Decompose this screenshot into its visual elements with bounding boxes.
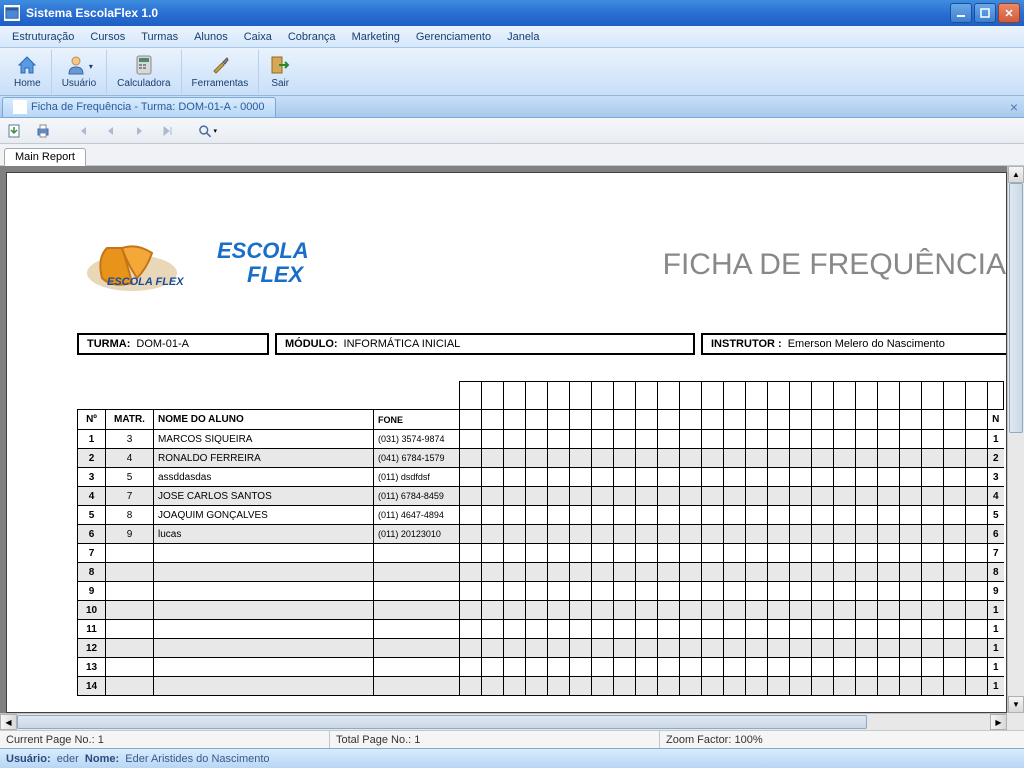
window-title: Sistema EscolaFlex 1.0: [26, 6, 950, 20]
sair-button[interactable]: Sair: [259, 50, 301, 94]
table-row: 35assddasdas(011) dsdfdsf3: [78, 468, 1004, 487]
instrutor-box: INSTRUTOR : Emerson Melero do Nascimento: [701, 333, 1006, 355]
menu-turmas[interactable]: Turmas: [133, 29, 186, 45]
table-row: 99: [78, 582, 1004, 601]
report-title: FICHA DE FREQUÊNCIA: [663, 248, 1006, 282]
print-button[interactable]: [32, 120, 54, 142]
usuario-button[interactable]: ▾ Usuário: [52, 50, 107, 94]
menu-alunos[interactable]: Alunos: [186, 29, 236, 45]
home-icon: [16, 54, 38, 76]
table-row: 77: [78, 544, 1004, 563]
table-row: 69lucas(011) 201230106: [78, 525, 1004, 544]
table-row: 13MARCOS SIQUEIRA(031) 3574-98741: [78, 430, 1004, 449]
home-label: Home: [14, 78, 41, 89]
report-viewer: ESCOLA FLEX ESCOLA FLEX FICHA DE FREQUÊN…: [0, 166, 1024, 730]
document-tab-bar: Ficha de Frequência - Turma: DOM-01-A - …: [0, 96, 1024, 118]
ferramentas-button[interactable]: Ferramentas: [182, 50, 260, 94]
maximize-button[interactable]: [974, 3, 996, 23]
modulo-box: MÓDULO: INFORMÁTICA INICIAL: [275, 333, 695, 355]
info-boxes: TURMA: DOM-01-A MÓDULO: INFORMÁTICA INIC…: [77, 333, 1006, 355]
report-tab-bar: Main Report: [0, 144, 1024, 166]
minimize-button[interactable]: [950, 3, 972, 23]
scroll-down-arrow[interactable]: ▼: [1008, 696, 1024, 713]
exit-icon: [269, 54, 291, 76]
table-row: 131: [78, 658, 1004, 677]
table-row: 101: [78, 601, 1004, 620]
scroll-left-arrow[interactable]: ◀: [0, 714, 17, 730]
document-tab-close[interactable]: ×: [1010, 99, 1018, 115]
next-page-button[interactable]: [128, 120, 150, 142]
table-row: 24RONALDO FERREIRA(041) 6784-15792: [78, 449, 1004, 468]
turma-box: TURMA: DOM-01-A: [77, 333, 269, 355]
menu-estruturacao[interactable]: Estruturação: [4, 29, 82, 45]
menu-janela[interactable]: Janela: [499, 29, 547, 45]
menu-gerenciamento[interactable]: Gerenciamento: [408, 29, 499, 45]
table-row: 88: [78, 563, 1004, 582]
document-tab-title: Ficha de Frequência - Turma: DOM-01-A - …: [31, 101, 265, 113]
scroll-thumb-horizontal[interactable]: [17, 715, 867, 729]
last-page-button[interactable]: [156, 120, 178, 142]
home-button[interactable]: Home: [4, 50, 52, 94]
prev-page-button[interactable]: [100, 120, 122, 142]
calculator-icon: [133, 54, 155, 76]
main-menubar: Estruturação Cursos Turmas Alunos Caixa …: [0, 26, 1024, 48]
table-row: 121: [78, 639, 1004, 658]
chevron-down-icon: ▾: [89, 62, 93, 71]
sair-label: Sair: [271, 78, 289, 89]
table-row: 111: [78, 620, 1004, 639]
scroll-corner: [1007, 713, 1024, 730]
close-button[interactable]: [998, 3, 1020, 23]
main-report-tab[interactable]: Main Report: [4, 148, 86, 166]
report-statusbar: Current Page No.: 1 Total Page No.: 1 Zo…: [0, 730, 1024, 748]
table-row: 58JOAQUIM GONÇALVES(011) 4647-48945: [78, 506, 1004, 525]
attendance-table: NºMATR.NOME DO ALUNOFONEN13MARCOS SIQUEI…: [77, 381, 1004, 696]
main-toolbar: Home ▾ Usuário Calculadora Ferramentas S…: [0, 48, 1024, 96]
user-statusbar: Usuário: eder Nome: Eder Aristides do Na…: [0, 748, 1024, 768]
scroll-thumb-vertical[interactable]: [1009, 183, 1023, 433]
horizontal-scrollbar[interactable]: ◀ ▶: [0, 713, 1007, 730]
menu-cursos[interactable]: Cursos: [82, 29, 133, 45]
find-button[interactable]: ▾: [196, 120, 218, 142]
table-row: 141: [78, 677, 1004, 696]
svg-text:ESCOLA FLEX: ESCOLA FLEX: [107, 276, 184, 288]
vertical-scrollbar[interactable]: ▲ ▼: [1007, 166, 1024, 713]
report-toolbar: ▾: [0, 118, 1024, 144]
document-icon: [13, 100, 27, 114]
chevron-down-icon: ▾: [213, 127, 217, 135]
logo-text: ESCOLA FLEX: [217, 239, 309, 287]
scroll-right-arrow[interactable]: ▶: [990, 714, 1007, 730]
tools-icon: [209, 54, 231, 76]
document-tab[interactable]: Ficha de Frequência - Turma: DOM-01-A - …: [2, 97, 276, 117]
scroll-up-arrow[interactable]: ▲: [1008, 166, 1024, 183]
first-page-button[interactable]: [72, 120, 94, 142]
menu-marketing[interactable]: Marketing: [344, 29, 408, 45]
window-titlebar: Sistema EscolaFlex 1.0: [0, 0, 1024, 26]
menu-caixa[interactable]: Caixa: [236, 29, 280, 45]
table-row: 47JOSE CARLOS SANTOS(011) 6784-84594: [78, 487, 1004, 506]
calculadora-label: Calculadora: [117, 78, 170, 89]
app-icon: [4, 5, 20, 21]
logo-image: ESCOLA FLEX: [77, 223, 197, 303]
ferramentas-label: Ferramentas: [192, 78, 249, 89]
menu-cobranca[interactable]: Cobrança: [280, 29, 344, 45]
usuario-label: Usuário: [62, 78, 96, 89]
export-button[interactable]: [4, 120, 26, 142]
calculadora-button[interactable]: Calculadora: [107, 50, 181, 94]
user-icon: [65, 54, 87, 76]
